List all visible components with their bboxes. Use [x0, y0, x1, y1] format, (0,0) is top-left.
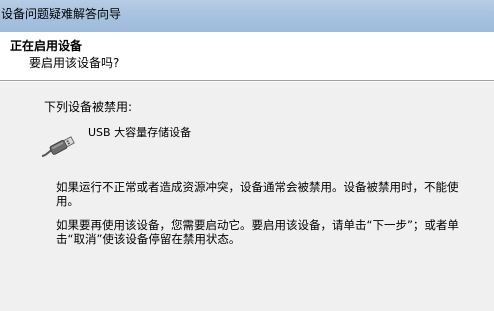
- disabled-devices-label: 下列设备被禁用:: [44, 100, 133, 114]
- troubleshooter-window: 设备问题疑难解答向导 正在启用设备 要启用该设备吗? 下列设备被禁用: USB …: [0, 0, 494, 311]
- device-list-item: USB 大容量存储设备: [40, 124, 480, 164]
- page-subtitle: 要启用该设备吗?: [29, 56, 120, 70]
- disabled-explanation-text: 如果运行不正常或者造成资源冲突，设备通常会被禁用。设备被禁用时，不能使用。: [56, 180, 459, 208]
- title-bar[interactable]: 设备问题疑难解答向导: [0, 0, 494, 32]
- usb-plug-icon: [40, 130, 76, 160]
- device-name: USB 大容量存储设备: [88, 126, 192, 139]
- wizard-header: 正在启用设备 要启用该设备吗?: [0, 32, 494, 80]
- enable-instructions-text: 如果要再使用该设备，您需要启动它。要启用该设备，请单击“下一步”；或者单击“取消…: [56, 218, 459, 246]
- wizard-body: 下列设备被禁用: USB 大容量存储设备 如果运行不正常或者造成资源冲突，设备通…: [0, 82, 494, 311]
- window-title: 设备问题疑难解答向导: [1, 7, 122, 21]
- page-title: 正在启用设备: [10, 39, 83, 53]
